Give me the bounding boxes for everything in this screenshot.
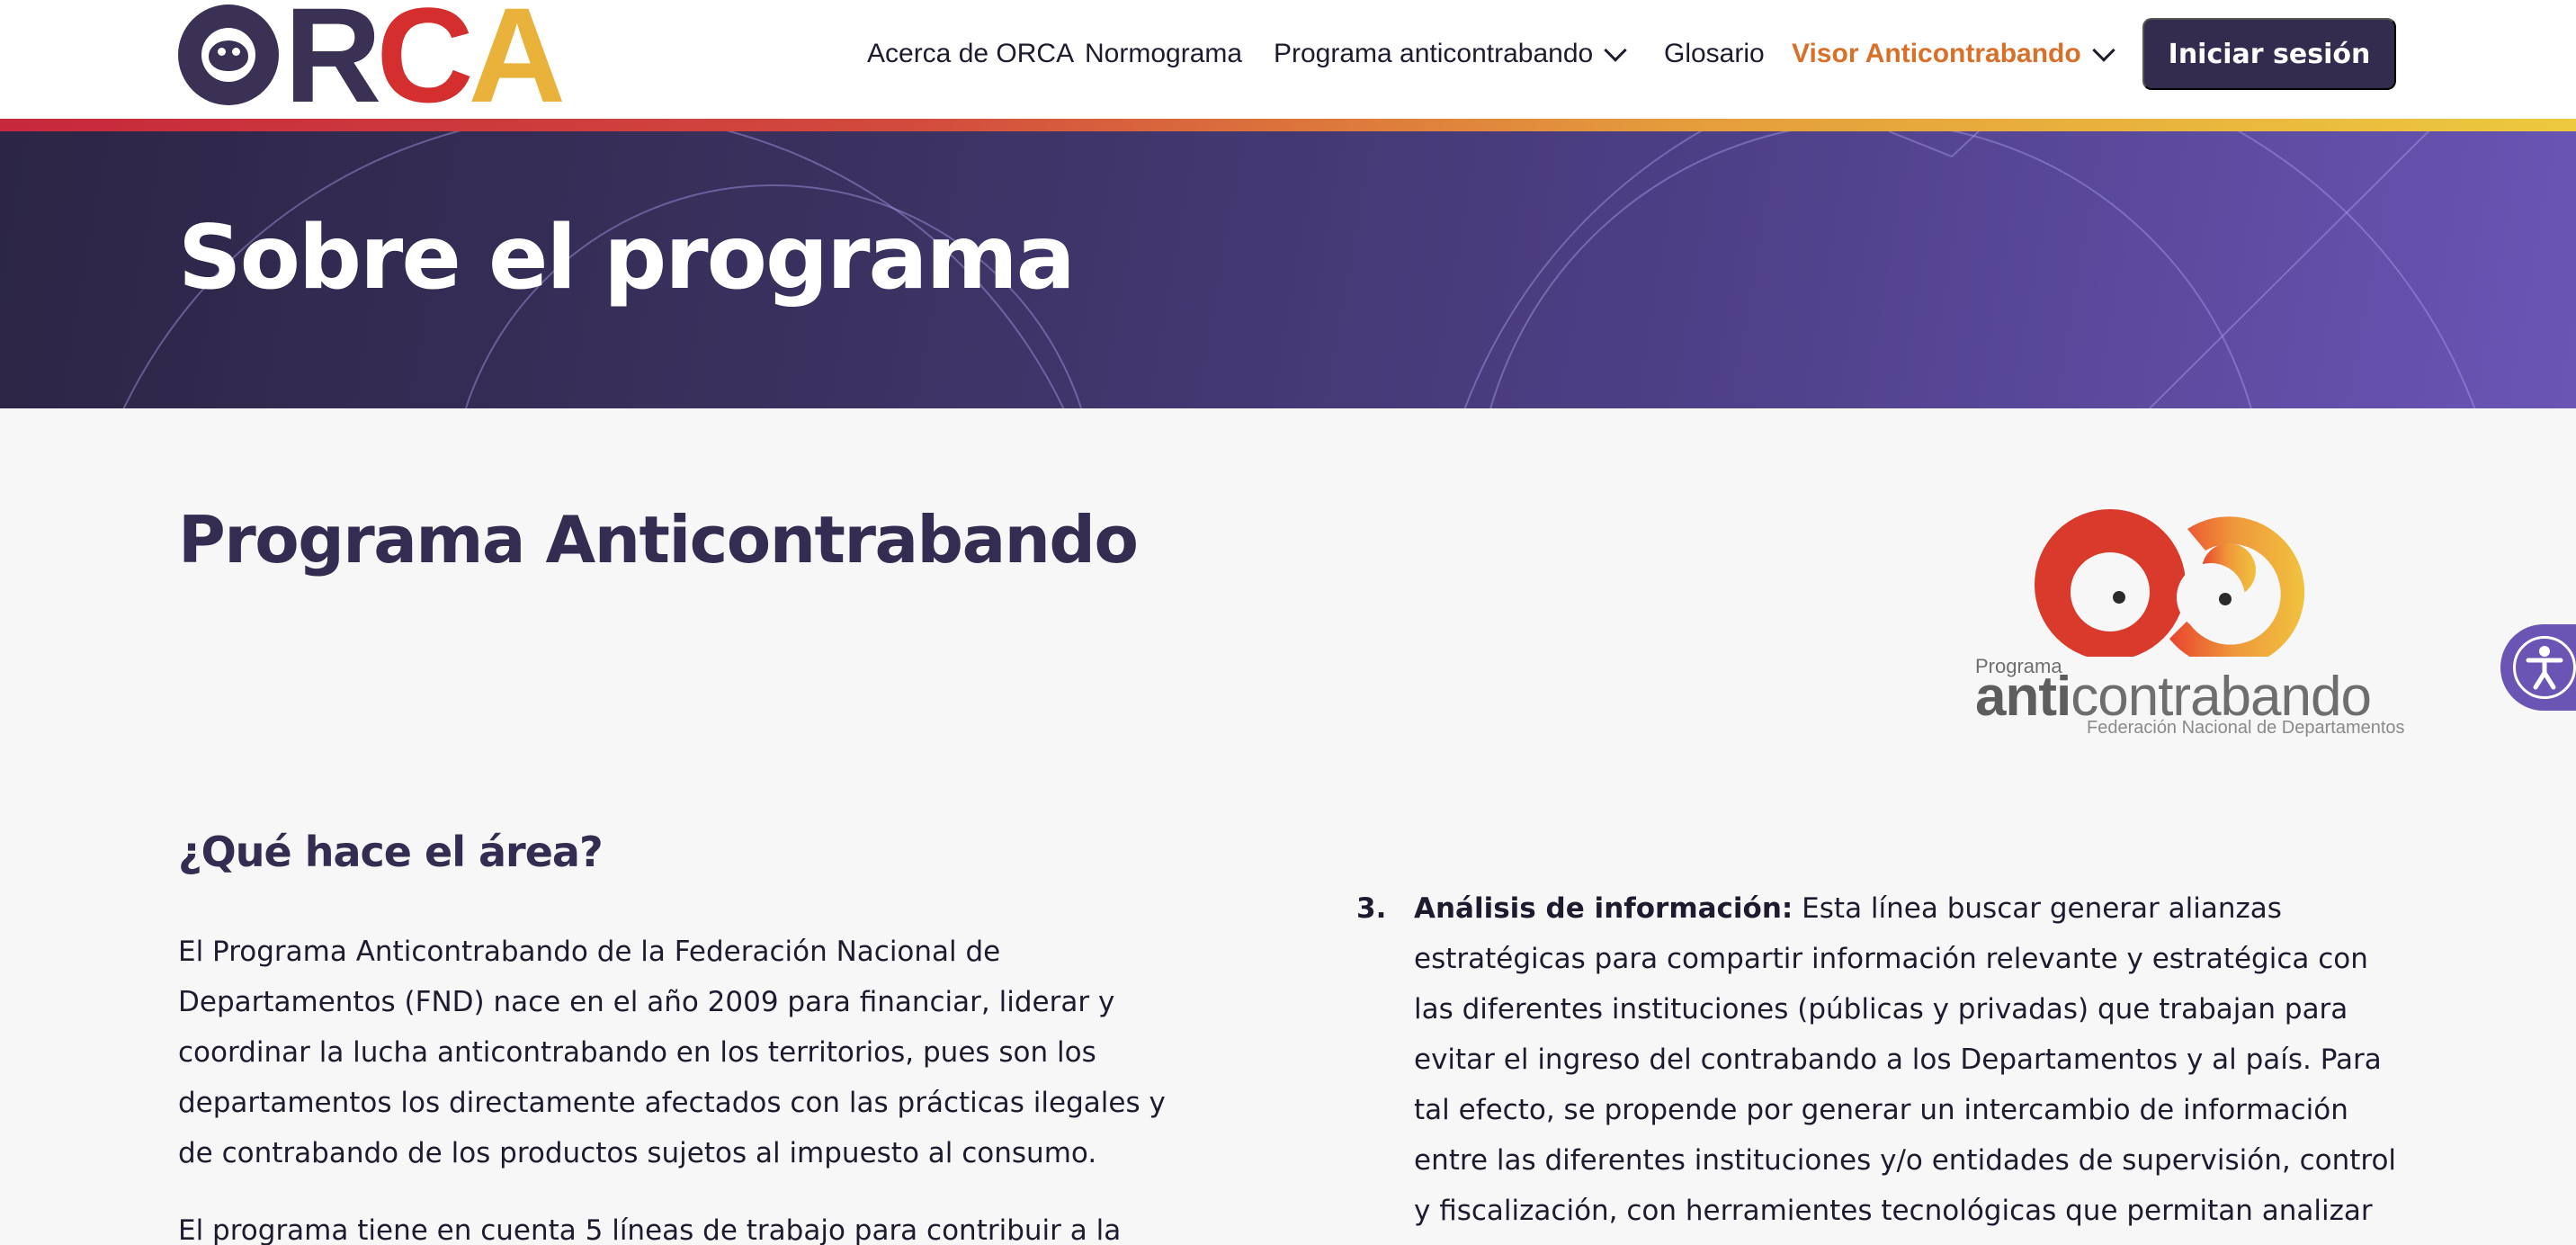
anticontrabando-logo-bold: anti <box>1975 666 2071 728</box>
orca-logo[interactable]: R C A <box>178 0 566 122</box>
logo-letter-c: C <box>376 0 473 130</box>
nav-programa-anticontrabando-label: Programa anticontrabando <box>1274 39 1594 68</box>
chevron-down-icon <box>1604 39 1627 62</box>
list-item-body: Análisis de información: Esta línea busc… <box>1414 883 2400 1245</box>
page-title: Sobre el programa <box>178 207 1076 309</box>
page-banner: Sobre el programa <box>0 131 2576 408</box>
nav-visor-anticontrabando-label: Visor Anticontrabando <box>1792 39 2081 68</box>
program-heading: Programa Anticontrabando <box>178 502 1139 578</box>
orca-mascot-icon <box>178 4 279 105</box>
brand-stripe <box>0 119 2576 131</box>
accessibility-button[interactable] <box>2500 624 2576 711</box>
list-item-title: Análisis de información: <box>1414 892 1793 925</box>
anticontrabando-logo-subtitle: Federación Nacional de Departamentos <box>2087 718 2405 738</box>
nav-glosario[interactable]: Glosario <box>1664 34 1765 74</box>
nav-programa-anticontrabando[interactable]: Programa anticontrabando <box>1274 34 1627 74</box>
anticontrabando-logo: Programa anticontrabando Federación Naci… <box>1975 504 2405 741</box>
paragraph-lines: El programa tiene en cuenta 5 líneas de … <box>178 1214 1122 1245</box>
anticontrabando-logo-mark <box>2035 509 2305 657</box>
nav-normograma[interactable]: Normograma <box>1085 34 1242 74</box>
orca-logo-wordmark: R C A <box>178 0 566 130</box>
anticontrabando-logo-word: anticontrabando <box>1975 666 2372 728</box>
nav-visor-anticontrabando[interactable]: Visor Anticontrabando <box>1792 34 2115 74</box>
paragraph-intro: El Programa Anticontrabando de la Federa… <box>178 936 1166 1169</box>
site-header: R C A Acerca de ORCA Normograma Programa… <box>0 0 2576 122</box>
logo-letter-r: R <box>284 0 381 130</box>
accessibility-icon <box>2513 636 2576 699</box>
area-heading: ¿Qué hace el área? <box>178 828 604 876</box>
nav-acerca-de-orca[interactable]: Acerca de ORCA <box>867 34 1074 74</box>
chevron-down-icon <box>2091 39 2115 62</box>
list-item-number: 3. <box>1356 892 1387 925</box>
list-item-text: Esta línea buscar generar alianzas estra… <box>1414 892 2397 1227</box>
login-button[interactable]: Iniciar sesión <box>2142 18 2396 90</box>
logo-letter-a: A <box>468 0 566 130</box>
